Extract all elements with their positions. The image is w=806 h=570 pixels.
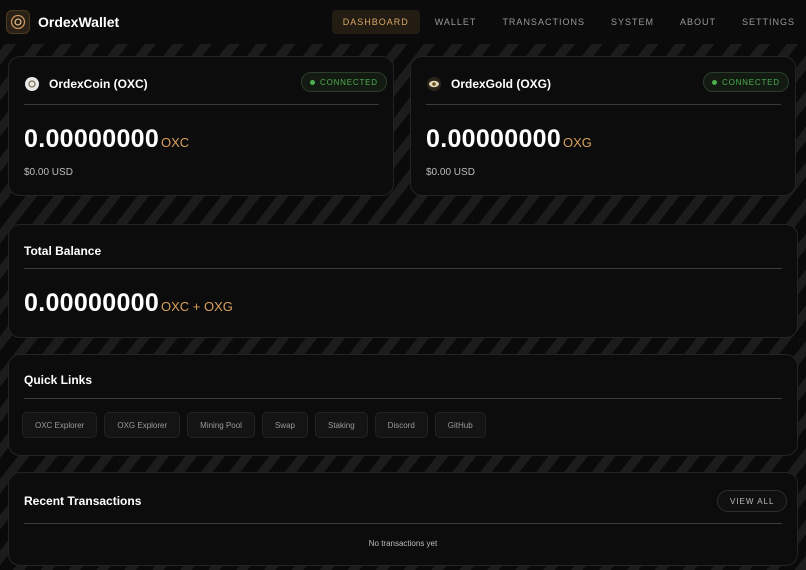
main-nav: DASHBOARD WALLET TRANSACTIONS SYSTEM ABO…	[328, 10, 806, 34]
total-balance-unit: OXC + OXG	[161, 299, 233, 314]
nav-settings[interactable]: SETTINGS	[731, 10, 806, 34]
connected-dot-icon	[310, 79, 315, 85]
oxg-status-text: CONNECTED	[722, 77, 780, 87]
total-divider	[24, 268, 782, 269]
transactions-divider	[24, 523, 782, 524]
nav-about[interactable]: ABOUT	[669, 10, 727, 34]
link-swap[interactable]: Swap	[261, 412, 308, 438]
total-balance-title: Total Balance	[24, 244, 102, 258]
connected-dot-icon	[712, 79, 717, 85]
oxc-balance-value: 0.00000000	[24, 125, 160, 153]
oxg-status-badge: CONNECTED	[703, 72, 789, 92]
nav-system[interactable]: SYSTEM	[600, 10, 665, 34]
app-name: OrdexWallet	[38, 14, 120, 30]
oxg-eye-icon	[427, 77, 441, 91]
link-oxg-explorer[interactable]: OXG Explorer	[104, 412, 181, 438]
nav-transactions[interactable]: TRANSACTIONS	[491, 10, 596, 34]
app-logo[interactable]	[6, 10, 30, 34]
oxg-balance-unit: OXG	[563, 135, 592, 150]
quick-links-divider	[24, 398, 782, 399]
nav-wallet[interactable]: WALLET	[424, 10, 488, 34]
empty-transactions-note: No transactions yet	[368, 539, 438, 548]
link-discord[interactable]: Discord	[374, 412, 428, 438]
total-balance-card: Total Balance 0.00000000 OXC + OXG	[8, 224, 798, 338]
top-header: OrdexWallet DASHBOARD WALLET TRANSACTION…	[0, 0, 806, 44]
oxc-coin-icon	[25, 77, 39, 91]
total-balance-value: 0.00000000	[24, 289, 160, 317]
oxg-balance-card: OrdexGold (OXG) CONNECTED 0.00000000 OXG…	[410, 56, 796, 196]
recent-transactions-title: Recent Transactions	[24, 494, 142, 508]
oxc-status-text: CONNECTED	[320, 77, 378, 87]
nav-dashboard[interactable]: DASHBOARD	[331, 10, 420, 34]
oxc-divider	[24, 104, 379, 105]
oxg-balance-value: 0.00000000	[426, 125, 562, 153]
oxc-status-badge: CONNECTED	[301, 72, 387, 92]
recent-transactions-card: Recent Transactions VIEW ALL No transact…	[8, 472, 798, 566]
quick-links-row: OXC Explorer OXG Explorer Mining Pool Sw…	[22, 412, 486, 438]
oxg-divider	[426, 104, 781, 105]
link-github[interactable]: GitHub	[434, 412, 486, 438]
link-staking[interactable]: Staking	[314, 412, 368, 438]
logo-coin-icon	[10, 14, 26, 30]
link-oxc-explorer[interactable]: OXC Explorer	[22, 412, 98, 438]
oxg-usd-value: $0.00 USD	[426, 167, 475, 178]
view-all-button[interactable]: VIEW ALL	[717, 490, 788, 512]
quick-links-title: Quick Links	[24, 373, 93, 387]
oxg-coin-name: OrdexGold (OXG)	[451, 77, 552, 91]
oxc-coin-name: OrdexCoin (OXC)	[49, 77, 148, 91]
oxc-usd-value: $0.00 USD	[24, 167, 73, 178]
oxc-balance-card: OrdexCoin (OXC) CONNECTED 0.00000000 OXC…	[8, 56, 394, 196]
link-mining-pool[interactable]: Mining Pool	[187, 412, 255, 438]
oxc-balance-unit: OXC	[161, 135, 190, 150]
quick-links-card: Quick Links	[8, 354, 798, 456]
